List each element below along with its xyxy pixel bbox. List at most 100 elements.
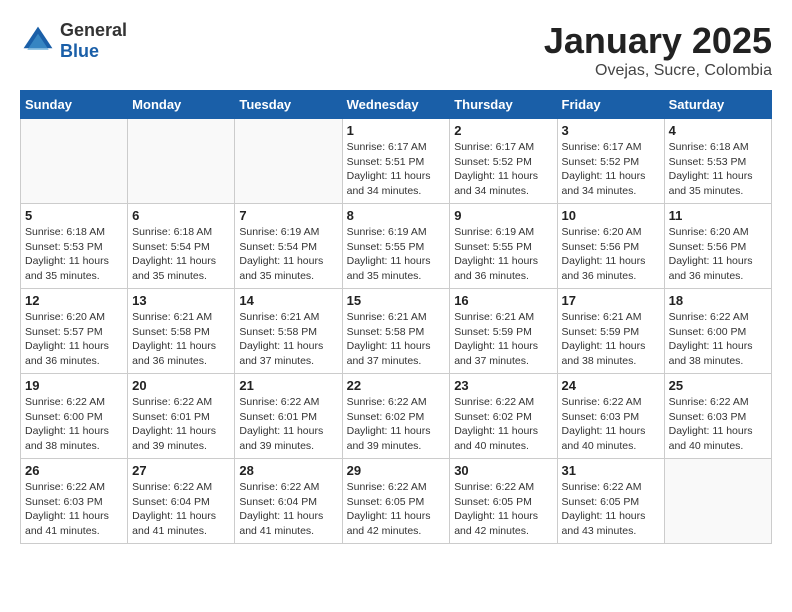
day-info: Sunrise: 6:21 AM Sunset: 5:58 PM Dayligh… — [239, 310, 337, 369]
day-number: 9 — [454, 208, 552, 223]
day-number: 17 — [562, 293, 660, 308]
calendar-table: SundayMondayTuesdayWednesdayThursdayFrid… — [20, 90, 772, 544]
day-info: Sunrise: 6:19 AM Sunset: 5:55 PM Dayligh… — [454, 225, 552, 284]
day-info: Sunrise: 6:22 AM Sunset: 6:02 PM Dayligh… — [347, 395, 446, 454]
day-cell-30: 30 Sunrise: 6:22 AM Sunset: 6:05 PM Dayli… — [450, 459, 557, 544]
day-info: Sunrise: 6:17 AM Sunset: 5:52 PM Dayligh… — [454, 140, 552, 199]
day-cell-7: 7 Sunrise: 6:19 AM Sunset: 5:54 PM Daylig… — [235, 204, 342, 289]
logo-blue-text: Blue — [60, 41, 127, 62]
weekday-header-thursday: Thursday — [450, 91, 557, 119]
weekday-header-wednesday: Wednesday — [342, 91, 450, 119]
weekday-header-tuesday: Tuesday — [235, 91, 342, 119]
day-number: 3 — [562, 123, 660, 138]
day-number: 26 — [25, 463, 123, 478]
day-number: 19 — [25, 378, 123, 393]
title-block: January 2025 Ovejas, Sucre, Colombia — [544, 20, 772, 80]
day-number: 6 — [132, 208, 230, 223]
weekday-header-monday: Monday — [128, 91, 235, 119]
day-number: 1 — [347, 123, 446, 138]
day-info: Sunrise: 6:22 AM Sunset: 6:05 PM Dayligh… — [454, 480, 552, 539]
day-cell-28: 28 Sunrise: 6:22 AM Sunset: 6:04 PM Dayli… — [235, 459, 342, 544]
day-number: 18 — [669, 293, 767, 308]
day-info: Sunrise: 6:18 AM Sunset: 5:53 PM Dayligh… — [669, 140, 767, 199]
day-number: 25 — [669, 378, 767, 393]
day-number: 5 — [25, 208, 123, 223]
logo-icon — [20, 23, 56, 59]
empty-cell — [664, 459, 771, 544]
day-info: Sunrise: 6:22 AM Sunset: 6:03 PM Dayligh… — [562, 395, 660, 454]
day-cell-25: 25 Sunrise: 6:22 AM Sunset: 6:03 PM Dayli… — [664, 374, 771, 459]
day-number: 22 — [347, 378, 446, 393]
week-row-2: 5Sunrise: 6:18 AM Sunset: 5:53 PM Daylig… — [21, 204, 772, 289]
day-info: Sunrise: 6:20 AM Sunset: 5:57 PM Dayligh… — [25, 310, 123, 369]
day-info: Sunrise: 6:21 AM Sunset: 5:59 PM Dayligh… — [562, 310, 660, 369]
day-number: 15 — [347, 293, 446, 308]
month-title: January 2025 — [544, 20, 772, 62]
day-number: 24 — [562, 378, 660, 393]
day-cell-27: 27 Sunrise: 6:22 AM Sunset: 6:04 PM Dayli… — [128, 459, 235, 544]
day-number: 13 — [132, 293, 230, 308]
day-cell-23: 23Sunrise: 6:22 AM Sunset: 6:02 PM Dayli… — [450, 374, 557, 459]
day-number: 7 — [239, 208, 337, 223]
day-cell-17: 17 Sunrise: 6:21 AM Sunset: 5:59 PM Dayli… — [557, 289, 664, 374]
day-info: Sunrise: 6:20 AM Sunset: 5:56 PM Dayligh… — [669, 225, 767, 284]
day-info: Sunrise: 6:22 AM Sunset: 6:03 PM Dayligh… — [25, 480, 123, 539]
day-number: 8 — [347, 208, 446, 223]
day-cell-10: 10 Sunrise: 6:20 AM Sunset: 5:56 PM Dayli… — [557, 204, 664, 289]
day-number: 30 — [454, 463, 552, 478]
empty-cell — [128, 119, 235, 204]
day-number: 31 — [562, 463, 660, 478]
day-number: 10 — [562, 208, 660, 223]
day-number: 28 — [239, 463, 337, 478]
empty-cell — [235, 119, 342, 204]
day-info: Sunrise: 6:22 AM Sunset: 6:03 PM Dayligh… — [669, 395, 767, 454]
day-info: Sunrise: 6:22 AM Sunset: 6:01 PM Dayligh… — [132, 395, 230, 454]
day-number: 4 — [669, 123, 767, 138]
week-row-5: 26 Sunrise: 6:22 AM Sunset: 6:03 PM Dayli… — [21, 459, 772, 544]
location-text: Ovejas, Sucre, Colombia — [544, 62, 772, 80]
day-cell-14: 14 Sunrise: 6:21 AM Sunset: 5:58 PM Dayli… — [235, 289, 342, 374]
week-row-4: 19Sunrise: 6:22 AM Sunset: 6:00 PM Dayli… — [21, 374, 772, 459]
page-header: General Blue January 2025 Ovejas, Sucre,… — [20, 20, 772, 80]
day-cell-5: 5Sunrise: 6:18 AM Sunset: 5:53 PM Daylig… — [21, 204, 128, 289]
day-number: 23 — [454, 378, 552, 393]
day-info: Sunrise: 6:20 AM Sunset: 5:56 PM Dayligh… — [562, 225, 660, 284]
weekday-header-friday: Friday — [557, 91, 664, 119]
day-cell-26: 26 Sunrise: 6:22 AM Sunset: 6:03 PM Dayli… — [21, 459, 128, 544]
day-info: Sunrise: 6:22 AM Sunset: 6:04 PM Dayligh… — [239, 480, 337, 539]
day-info: Sunrise: 6:19 AM Sunset: 5:55 PM Dayligh… — [347, 225, 446, 284]
day-info: Sunrise: 6:22 AM Sunset: 6:01 PM Dayligh… — [239, 395, 337, 454]
day-cell-16: 16Sunrise: 6:21 AM Sunset: 5:59 PM Dayli… — [450, 289, 557, 374]
day-number: 14 — [239, 293, 337, 308]
week-row-1: 1 Sunrise: 6:17 AM Sunset: 5:51 PM Daylig… — [21, 119, 772, 204]
day-number: 11 — [669, 208, 767, 223]
logo-text: General Blue — [60, 20, 127, 62]
day-cell-11: 11 Sunrise: 6:20 AM Sunset: 5:56 PM Dayli… — [664, 204, 771, 289]
day-cell-6: 6Sunrise: 6:18 AM Sunset: 5:54 PM Daylig… — [128, 204, 235, 289]
day-cell-9: 9 Sunrise: 6:19 AM Sunset: 5:55 PM Daylig… — [450, 204, 557, 289]
day-cell-2: 2 Sunrise: 6:17 AM Sunset: 5:52 PM Daylig… — [450, 119, 557, 204]
weekday-header-row: SundayMondayTuesdayWednesdayThursdayFrid… — [21, 91, 772, 119]
empty-cell — [21, 119, 128, 204]
day-info: Sunrise: 6:17 AM Sunset: 5:51 PM Dayligh… — [347, 140, 446, 199]
day-cell-13: 13Sunrise: 6:21 AM Sunset: 5:58 PM Dayli… — [128, 289, 235, 374]
day-cell-8: 8 Sunrise: 6:19 AM Sunset: 5:55 PM Daylig… — [342, 204, 450, 289]
day-cell-24: 24 Sunrise: 6:22 AM Sunset: 6:03 PM Dayli… — [557, 374, 664, 459]
week-row-3: 12Sunrise: 6:20 AM Sunset: 5:57 PM Dayli… — [21, 289, 772, 374]
day-cell-29: 29Sunrise: 6:22 AM Sunset: 6:05 PM Dayli… — [342, 459, 450, 544]
day-cell-3: 3Sunrise: 6:17 AM Sunset: 5:52 PM Daylig… — [557, 119, 664, 204]
day-number: 16 — [454, 293, 552, 308]
logo-general-text: General — [60, 20, 127, 41]
weekday-header-saturday: Saturday — [664, 91, 771, 119]
day-info: Sunrise: 6:19 AM Sunset: 5:54 PM Dayligh… — [239, 225, 337, 284]
day-cell-19: 19Sunrise: 6:22 AM Sunset: 6:00 PM Dayli… — [21, 374, 128, 459]
day-number: 29 — [347, 463, 446, 478]
day-info: Sunrise: 6:22 AM Sunset: 6:05 PM Dayligh… — [562, 480, 660, 539]
day-cell-20: 20Sunrise: 6:22 AM Sunset: 6:01 PM Dayli… — [128, 374, 235, 459]
day-cell-4: 4 Sunrise: 6:18 AM Sunset: 5:53 PM Daylig… — [664, 119, 771, 204]
day-number: 2 — [454, 123, 552, 138]
day-cell-21: 21 Sunrise: 6:22 AM Sunset: 6:01 PM Dayli… — [235, 374, 342, 459]
day-number: 27 — [132, 463, 230, 478]
day-number: 21 — [239, 378, 337, 393]
day-info: Sunrise: 6:22 AM Sunset: 6:04 PM Dayligh… — [132, 480, 230, 539]
